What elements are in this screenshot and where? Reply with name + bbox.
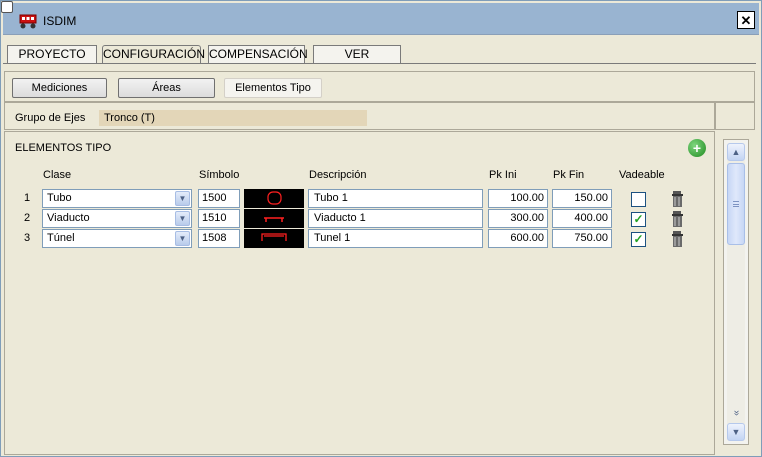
scroll-page-down-button[interactable]: » bbox=[727, 407, 745, 421]
tab-divider bbox=[3, 63, 756, 64]
chevron-down-icon[interactable]: ▼ bbox=[175, 211, 190, 226]
descripcion-input[interactable]: Tunel 1 bbox=[308, 229, 483, 248]
tab-ver[interactable]: VER bbox=[313, 45, 401, 63]
clase-value: Tubo bbox=[47, 192, 72, 204]
column-header-clase: Clase bbox=[43, 169, 72, 181]
column-header-descripcion: Descripción bbox=[309, 169, 367, 181]
tab-configuracion[interactable]: CONFIGURACIÓN bbox=[102, 45, 205, 63]
tab-proyecto[interactable]: PROYECTO bbox=[7, 45, 97, 63]
pk-fin-input[interactable]: 150.00 bbox=[552, 189, 612, 208]
column-header-simbolo: Símbolo bbox=[199, 169, 240, 181]
tunnel-symbol bbox=[244, 229, 304, 248]
grupo-ejes-value[interactable]: Tronco (T) bbox=[99, 110, 367, 126]
window-title: ISDIM bbox=[43, 14, 77, 28]
close-button[interactable]: ✕ bbox=[737, 11, 755, 29]
vadeable-checkbox[interactable]: ✓ bbox=[631, 212, 646, 227]
section-title: ELEMENTOS TIPO bbox=[15, 142, 112, 154]
pk-ini-input[interactable]: 300.00 bbox=[488, 209, 548, 228]
grupo-ejes-label: Grupo de Ejes bbox=[15, 112, 86, 124]
sub-tab-bar: Mediciones Áreas Elementos Tipo bbox=[4, 71, 755, 102]
table-row: 1 Tubo ▼ 1500 Tubo 1 100.00 150.00 bbox=[5, 189, 716, 209]
subtab-mediciones[interactable]: Mediciones bbox=[12, 78, 107, 98]
row-number: 1 bbox=[24, 192, 31, 204]
column-header-vadeable: Vadeable bbox=[619, 169, 665, 181]
add-element-button[interactable]: + bbox=[688, 139, 706, 157]
title-bar: ISDIM ✕ bbox=[3, 3, 759, 35]
vadeable-checkbox[interactable]: ✓ bbox=[631, 232, 646, 247]
pk-fin-input[interactable]: 400.00 bbox=[552, 209, 612, 228]
pk-fin-input[interactable]: 750.00 bbox=[552, 229, 612, 248]
descripcion-input[interactable]: Viaducto 1 bbox=[308, 209, 483, 228]
column-header-pk-ini: Pk Ini bbox=[489, 169, 517, 181]
window-corner-handle[interactable] bbox=[1, 1, 13, 13]
pk-ini-input[interactable]: 600.00 bbox=[488, 229, 548, 248]
chevron-down-icon: ▼ bbox=[731, 427, 741, 437]
tab-compensacion[interactable]: COMPENSACIÓN bbox=[208, 45, 308, 63]
table-row: 2 Viaducto ▼ 1510 Viaducto 1 300.00 400.… bbox=[5, 209, 716, 229]
app-window: ISDIM ✕ PROYECTO CONFIGURACIÓN COMPENSAC… bbox=[0, 0, 762, 457]
scroll-thumb[interactable] bbox=[727, 163, 745, 245]
close-icon: ✕ bbox=[740, 12, 752, 28]
row-number: 2 bbox=[24, 212, 31, 224]
vadeable-checkbox[interactable] bbox=[631, 192, 646, 207]
chevron-down-icon[interactable]: ▼ bbox=[175, 231, 190, 246]
simbolo-input[interactable]: 1510 bbox=[198, 209, 240, 228]
subtab-elementos-tipo[interactable]: Elementos Tipo bbox=[224, 78, 322, 98]
trash-can-icon[interactable] bbox=[670, 230, 686, 248]
clase-select[interactable]: Túnel ▼ bbox=[42, 229, 192, 248]
simbolo-input[interactable]: 1508 bbox=[198, 229, 240, 248]
simbolo-input[interactable]: 1500 bbox=[198, 189, 240, 208]
chevron-up-icon: ▲ bbox=[731, 147, 741, 157]
subtab-areas[interactable]: Áreas bbox=[118, 78, 215, 98]
descripcion-input[interactable]: Tubo 1 bbox=[308, 189, 483, 208]
trash-can-icon[interactable] bbox=[670, 210, 686, 228]
chevron-down-icon[interactable]: ▼ bbox=[175, 191, 190, 206]
grip-icon bbox=[733, 201, 739, 207]
double-chevron-down-icon: » bbox=[731, 410, 742, 416]
pk-ini-input[interactable]: 100.00 bbox=[488, 189, 548, 208]
clase-value: Viaducto bbox=[47, 212, 90, 224]
grupo-ejes-bar: Grupo de Ejes Tronco (T) bbox=[4, 102, 715, 130]
add-green-circle-icon: + bbox=[692, 140, 702, 156]
scroll-up-button[interactable]: ▲ bbox=[727, 143, 745, 161]
viaduct-symbol bbox=[244, 209, 304, 228]
vertical-scrollbar[interactable]: ▲ » ▼ bbox=[723, 139, 749, 445]
elementos-tipo-panel: ELEMENTOS TIPO + Clase Símbolo Descripci… bbox=[4, 131, 715, 455]
isdim-train-icon bbox=[19, 14, 37, 29]
column-header-pk-fin: Pk Fin bbox=[553, 169, 585, 181]
trash-can-icon[interactable] bbox=[670, 190, 686, 208]
clase-value: Túnel bbox=[47, 232, 75, 244]
table-row: 3 Túnel ▼ 1508 Tunel 1 600.00 750.00 ✓ bbox=[5, 229, 716, 249]
clase-select[interactable]: Viaducto ▼ bbox=[42, 209, 192, 228]
row-number: 3 bbox=[24, 232, 31, 244]
pipe-circle-symbol bbox=[244, 189, 304, 208]
grupo-ejes-side-panel bbox=[715, 102, 755, 130]
clase-select[interactable]: Tubo ▼ bbox=[42, 189, 192, 208]
scroll-down-button[interactable]: ▼ bbox=[727, 423, 745, 441]
